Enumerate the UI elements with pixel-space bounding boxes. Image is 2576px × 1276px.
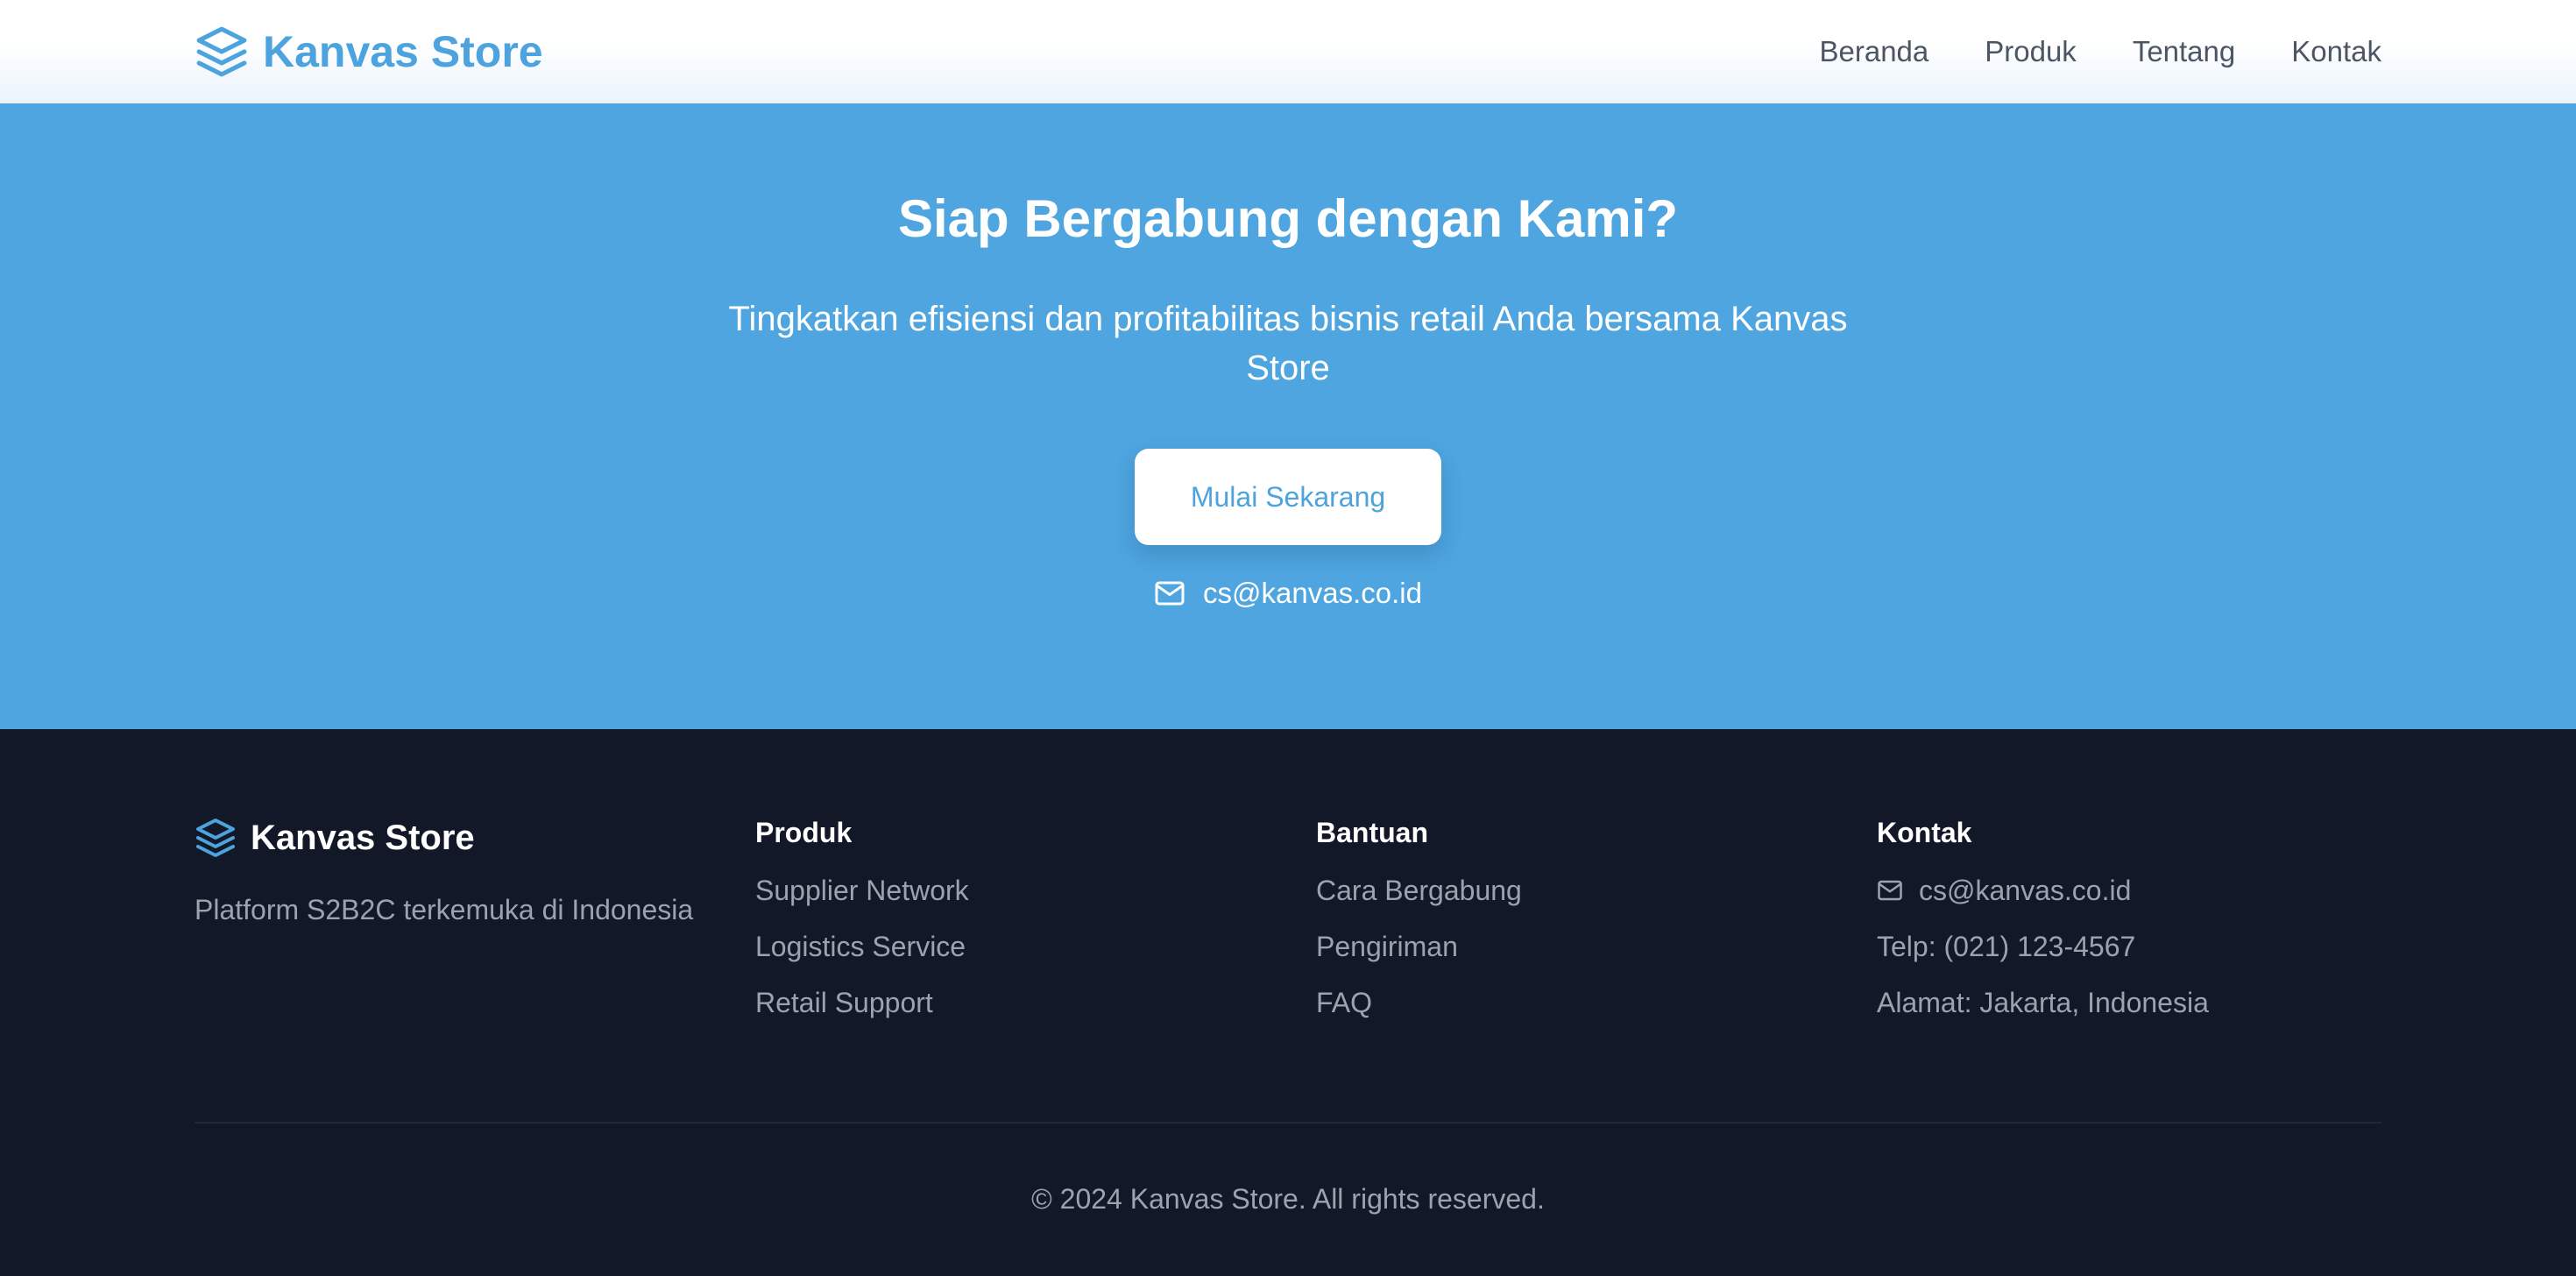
- footer-divider: [195, 1122, 2381, 1124]
- footer-link-supplier-network[interactable]: Supplier Network: [755, 875, 969, 906]
- footer-column-produk: Produk Supplier Network Logistics Servic…: [755, 817, 969, 1043]
- nav-link-kontak[interactable]: Kontak: [2291, 35, 2381, 68]
- main-nav: Beranda Produk Tentang Kontak: [1819, 35, 2381, 68]
- footer-column-title: Produk: [755, 817, 853, 848]
- footer-tagline: Platform S2B2C terkemuka di Indonesia: [195, 894, 694, 925]
- footer-column-title: Bantuan: [1316, 817, 1428, 848]
- start-now-button[interactable]: Mulai Sekarang: [1135, 449, 1441, 545]
- nav-link-produk[interactable]: Produk: [1985, 35, 2077, 68]
- site-header: Kanvas Store Beranda Produk Tentang Kont…: [0, 0, 2576, 103]
- cta-email: cs@kanvas.co.id: [0, 577, 2576, 610]
- mail-icon: [1155, 581, 1185, 606]
- footer-column-bantuan: Bantuan Cara Bergabung Pengiriman FAQ: [1316, 817, 1522, 1043]
- footer-contact-email: cs@kanvas.co.id: [1877, 875, 2209, 906]
- footer-brand-column: Kanvas Store Platform S2B2C terkemuka di…: [195, 817, 693, 926]
- footer-link-faq[interactable]: FAQ: [1316, 987, 1372, 1018]
- copyright: © 2024 Kanvas Store. All rights reserved…: [1031, 1183, 1545, 1215]
- footer-column-title: Kontak: [1877, 817, 1972, 848]
- footer-link-pengiriman[interactable]: Pengiriman: [1316, 931, 1458, 962]
- footer-link-logistics-service[interactable]: Logistics Service: [755, 931, 966, 962]
- footer-link-retail-support[interactable]: Retail Support: [755, 987, 933, 1018]
- mail-icon: [1878, 880, 1902, 901]
- nav-link-beranda[interactable]: Beranda: [1819, 35, 1928, 68]
- cta-title: Siap Bergabung dengan Kami?: [897, 189, 1679, 248]
- footer-column-kontak: Kontak cs@kanvas.co.id Telp: (021) 123-4…: [1877, 817, 2209, 1043]
- footer-brand: Kanvas Store: [195, 817, 693, 859]
- nav-link-tentang[interactable]: Tentang: [2133, 35, 2235, 68]
- footer-email-link[interactable]: cs@kanvas.co.id: [1919, 875, 2131, 906]
- footer-contact-address: Alamat: Jakarta, Indonesia: [1877, 987, 2209, 1018]
- footer-link-cara-bergabung[interactable]: Cara Bergabung: [1316, 875, 1522, 906]
- cta-section: Siap Bergabung dengan Kami? Tingkatkan e…: [0, 103, 2576, 729]
- site-footer: Kanvas Store Platform S2B2C terkemuka di…: [0, 729, 2576, 1276]
- footer-contact-phone: Telp: (021) 123-4567: [1877, 931, 2136, 962]
- footer-brand-name: Kanvas Store: [251, 818, 475, 857]
- cta-email-text[interactable]: cs@kanvas.co.id: [1203, 577, 1422, 610]
- layers-icon: [196, 819, 235, 857]
- brand-logo-link[interactable]: Kanvas Store: [195, 25, 543, 79]
- cta-subtitle: Tingkatkan efisiensi dan profitabilitas …: [728, 300, 1848, 387]
- layers-icon: [196, 26, 247, 77]
- brand-name: Kanvas Store: [263, 27, 543, 76]
